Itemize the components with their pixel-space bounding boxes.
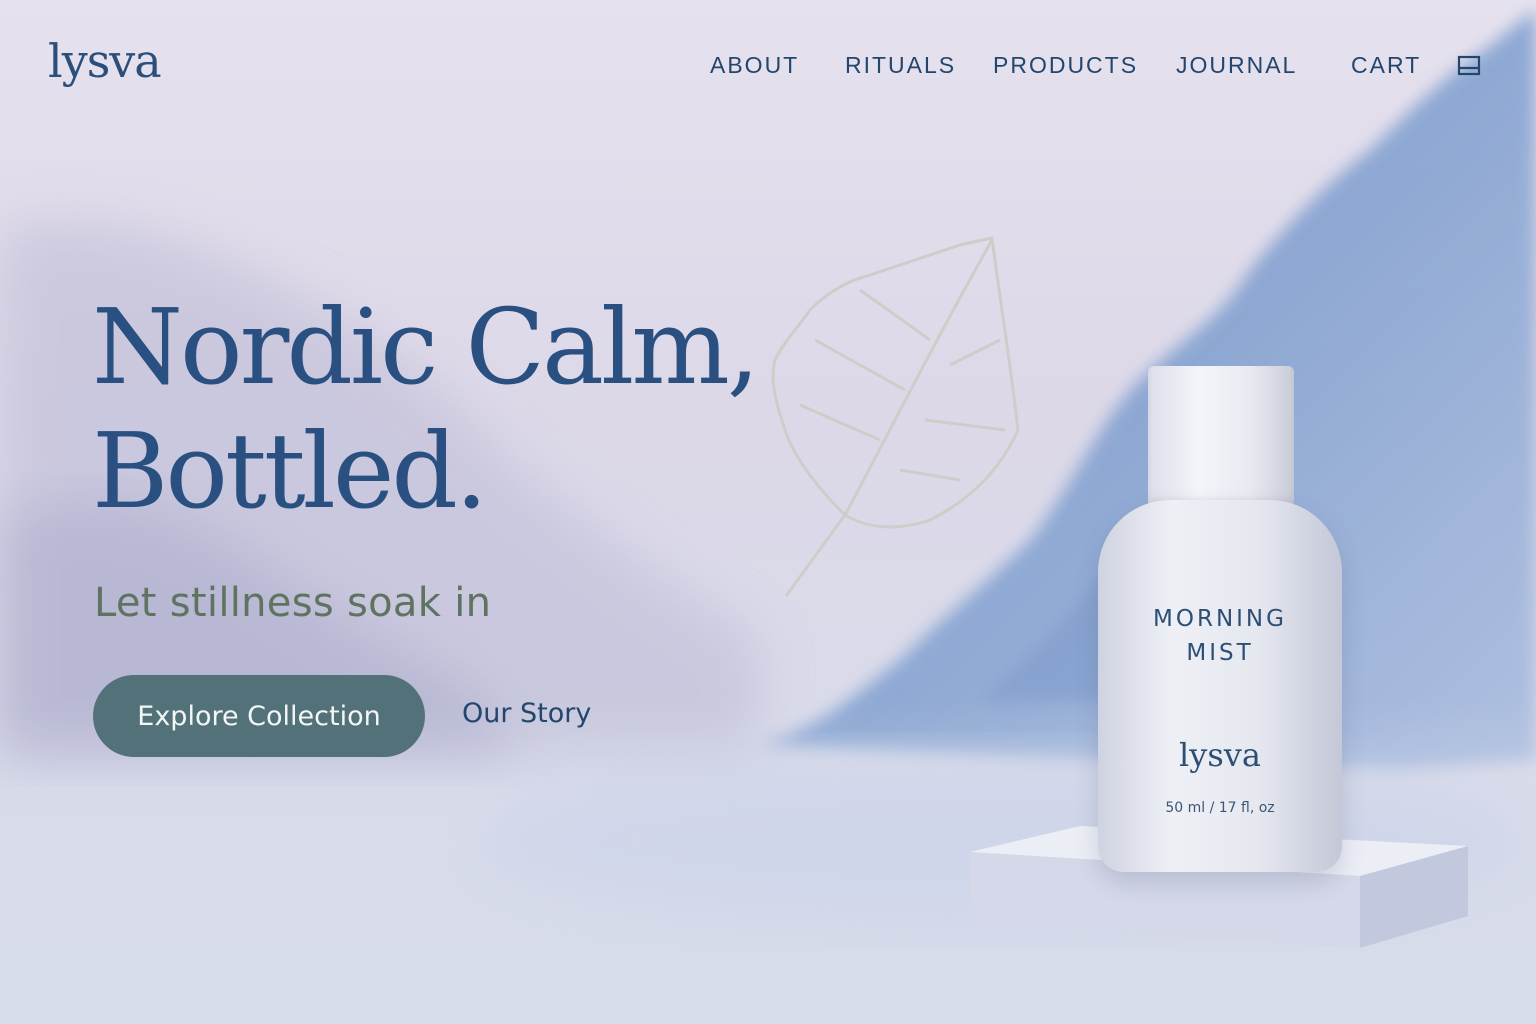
our-story-link[interactable]: Our Story <box>462 698 591 729</box>
bottle-body: MORNING MIST lysva 50 ml / 17 fl, oz <box>1098 500 1342 872</box>
product-name: MORNING MIST <box>1153 606 1287 666</box>
main-nav: ABOUT RITUALS PRODUCTS JOURNAL CART <box>0 52 1536 82</box>
explore-collection-button[interactable]: Explore Collection <box>93 675 425 757</box>
product-bottle[interactable]: MORNING MIST lysva 50 ml / 17 fl, oz <box>1098 366 1342 872</box>
nav-journal[interactable]: JOURNAL <box>1176 52 1297 79</box>
hero-title-line2: Bottled. <box>92 410 488 532</box>
landing-page: lysva ABOUT RITUALS PRODUCTS JOURNAL CAR… <box>0 0 1536 1024</box>
product-brand: lysva <box>1179 736 1261 774</box>
hero-title: Nordic Calm, Bottled. <box>92 285 760 533</box>
hero-subtitle: Let stillness soak in <box>94 580 492 626</box>
nav-rituals[interactable]: RITUALS <box>845 52 956 79</box>
nav-about[interactable]: ABOUT <box>710 52 799 79</box>
product-volume: 50 ml / 17 fl, oz <box>1165 800 1275 816</box>
nav-cart[interactable]: CART <box>1351 52 1421 79</box>
birch-leaf-icon <box>771 236 1020 597</box>
shopping-bag-icon[interactable] <box>1457 55 1481 77</box>
nav-products[interactable]: PRODUCTS <box>993 52 1138 79</box>
hero-title-line1: Nordic Calm, <box>92 286 760 408</box>
bottle-cap <box>1148 366 1294 504</box>
